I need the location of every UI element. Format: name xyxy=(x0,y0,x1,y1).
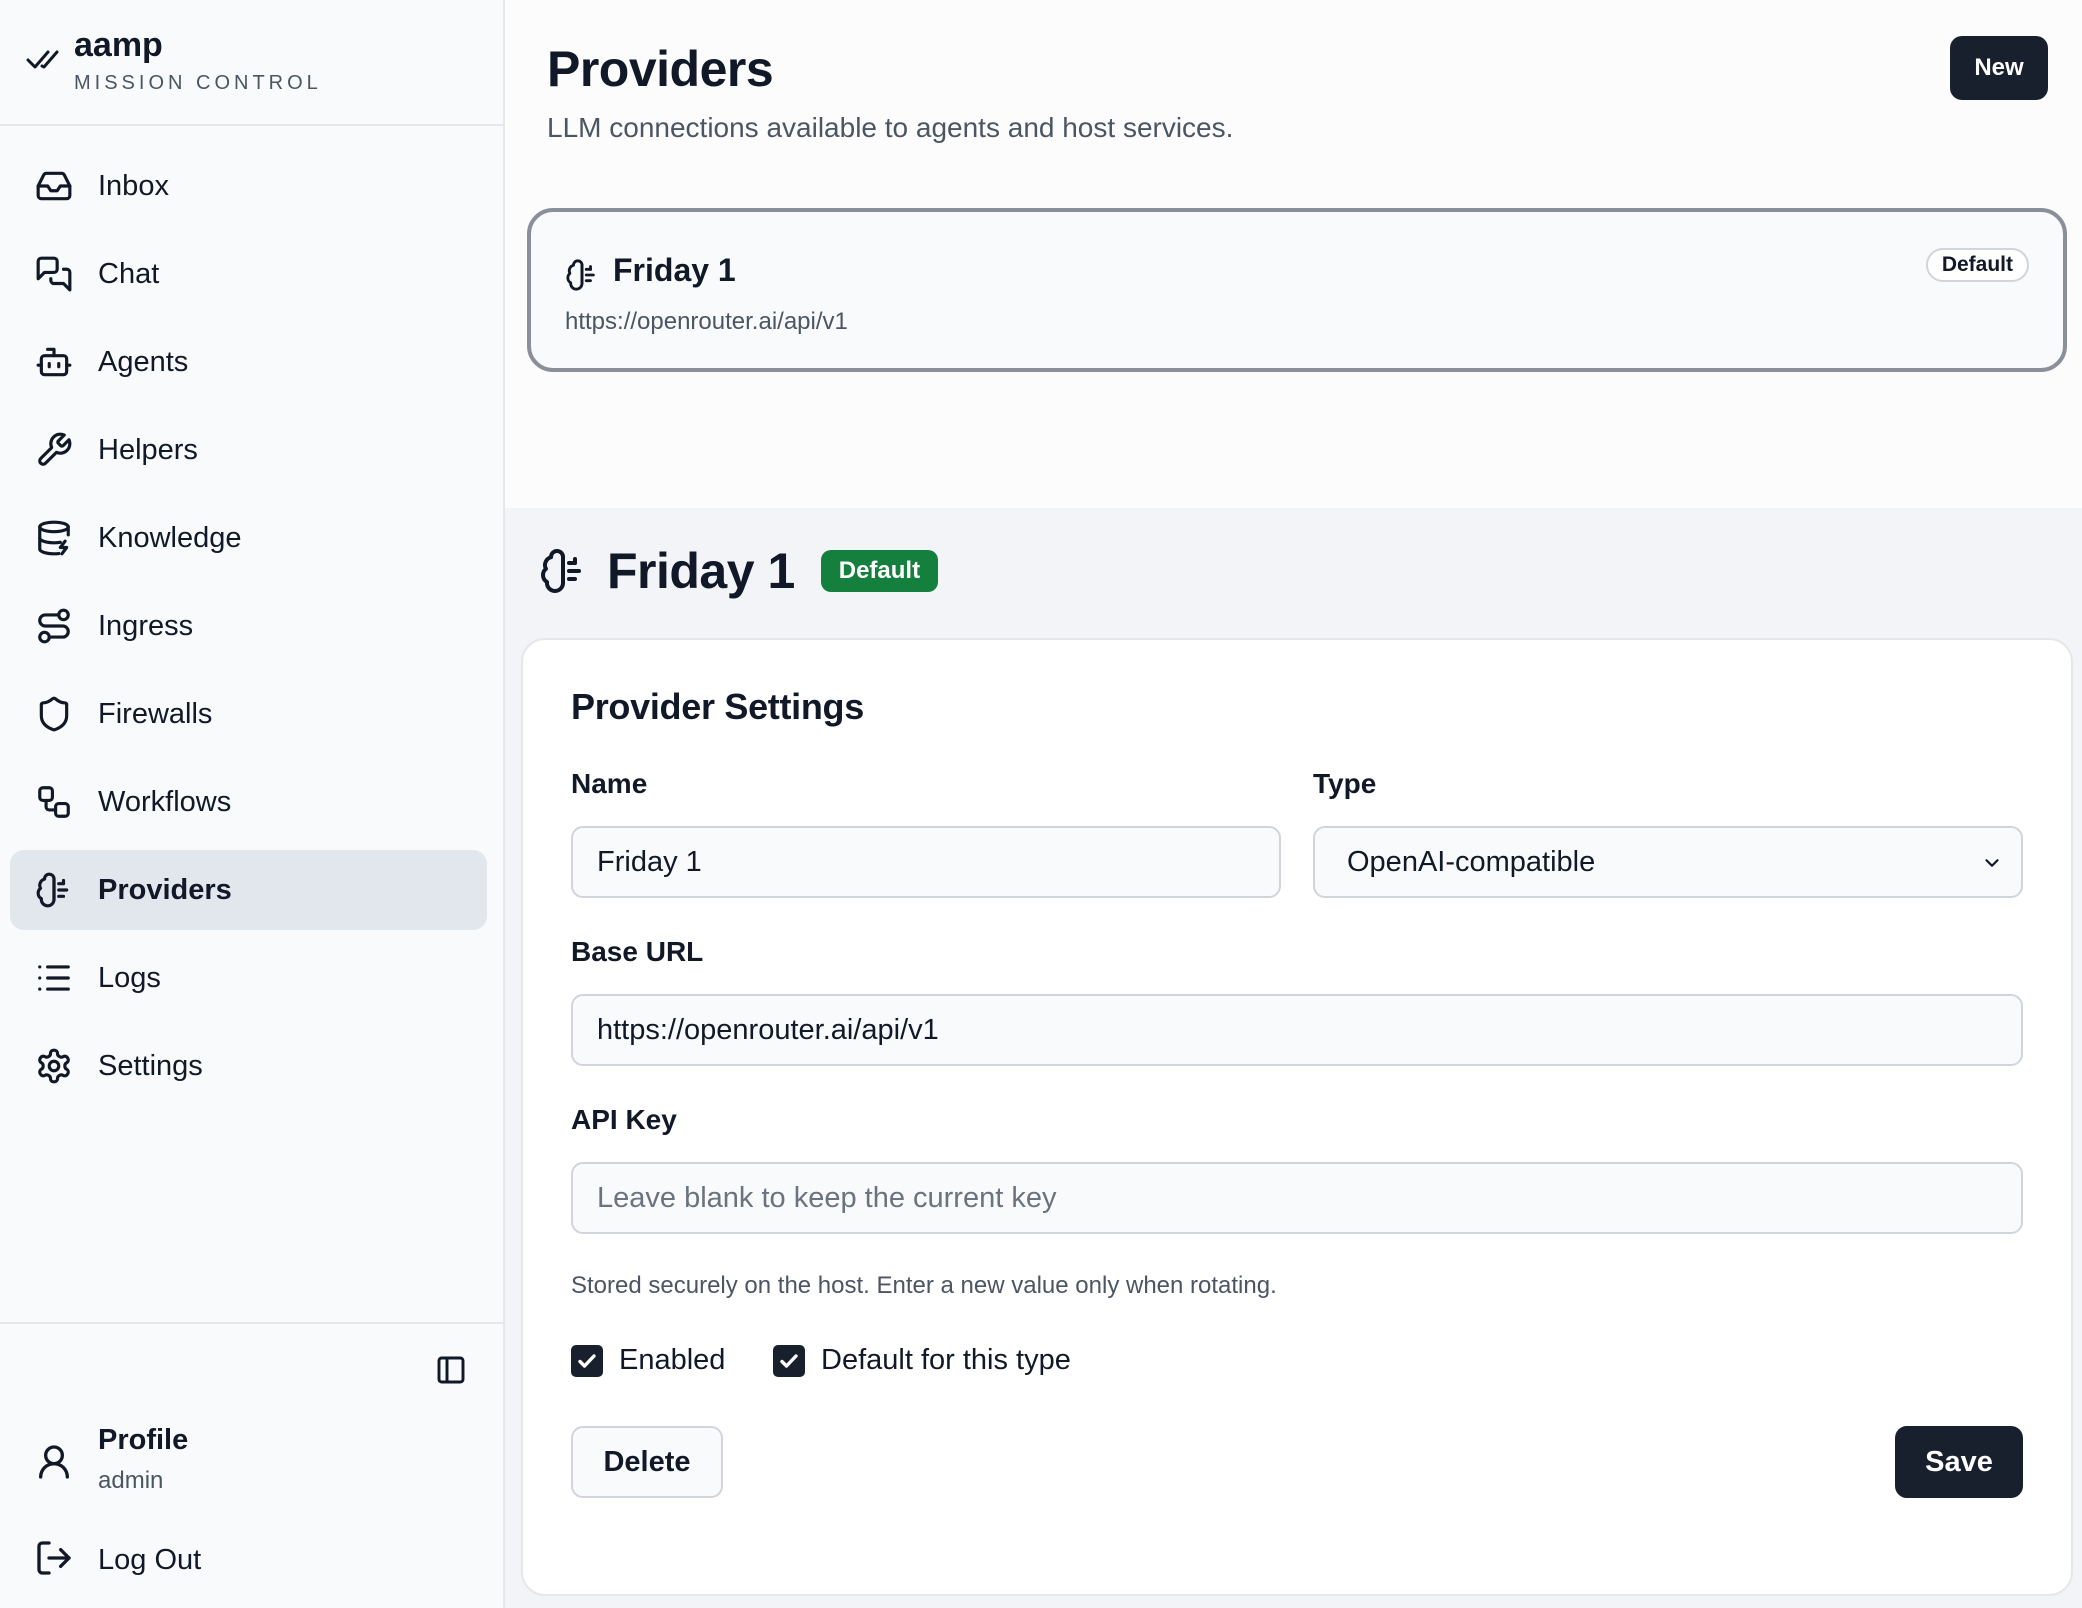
brand-subtitle: MISSION CONTROL xyxy=(74,72,322,94)
bot-icon xyxy=(34,342,74,382)
main-content: Providers LLM connections available to a… xyxy=(505,0,2082,1608)
sidebar-item-logs[interactable]: Logs xyxy=(10,938,487,1018)
sidebar-item-settings[interactable]: Settings xyxy=(10,1026,487,1106)
enabled-label: Enabled xyxy=(619,1344,726,1376)
route-icon xyxy=(34,606,74,646)
name-label: Name xyxy=(571,768,648,799)
sidebar-item-workflows[interactable]: Workflows xyxy=(10,762,487,842)
sidebar-item-firewalls[interactable]: Firewalls xyxy=(10,674,487,754)
sidebar-item-providers[interactable]: Providers xyxy=(10,850,487,930)
logout-label: Log Out xyxy=(98,1544,202,1576)
brain-icon xyxy=(34,870,74,910)
logout-button[interactable]: Log Out xyxy=(34,1538,201,1583)
profile-name: Profile xyxy=(98,1424,189,1456)
gear-icon xyxy=(34,1046,74,1086)
provider-card[interactable]: Friday 1 https://openrouter.ai/api/v1 De… xyxy=(527,208,2067,372)
provider-detail: Friday 1 Default Provider Settings Name … xyxy=(505,508,2082,1608)
profile-role: admin xyxy=(98,1467,164,1494)
type-select[interactable]: OpenAI-compatible xyxy=(1313,826,2023,898)
new-provider-button[interactable]: New xyxy=(1950,36,2048,100)
type-label: Type xyxy=(1313,768,1377,799)
default-label: Default for this type xyxy=(821,1344,1071,1376)
type-select-value: OpenAI-compatible xyxy=(1347,845,1596,878)
sidebar-item-ingress[interactable]: Ingress xyxy=(10,586,487,666)
page-subtitle: LLM connections available to agents and … xyxy=(547,112,1234,143)
sidebar-item-agents[interactable]: Agents xyxy=(10,322,487,402)
name-field[interactable] xyxy=(571,826,1281,898)
wrench-icon xyxy=(34,430,74,470)
default-checkbox[interactable]: Default for this type xyxy=(773,1344,1071,1377)
sidebar-item-label: Agents xyxy=(98,345,189,378)
default-badge: Default xyxy=(1925,248,2029,282)
api-key-label: API Key xyxy=(571,1104,677,1135)
sidebar-item-label: Workflows xyxy=(98,785,232,818)
sidebar-item-knowledge[interactable]: Knowledge xyxy=(10,498,487,578)
sidebar-item-helpers[interactable]: Helpers xyxy=(10,410,487,490)
sidebar-item-label: Helpers xyxy=(98,433,198,466)
sidebar-item-label: Inbox xyxy=(98,169,169,202)
enabled-checkbox[interactable]: Enabled xyxy=(571,1344,725,1377)
database-icon xyxy=(34,518,74,558)
brain-icon xyxy=(565,258,599,292)
sidebar-item-label: Firewalls xyxy=(98,697,213,730)
save-button[interactable]: Save xyxy=(1895,1426,2023,1498)
sidebar-item-inbox[interactable]: Inbox xyxy=(10,146,487,226)
sidebar-item-label: Logs xyxy=(98,961,161,994)
workflow-icon xyxy=(34,782,74,822)
providers-list-section: Providers LLM connections available to a… xyxy=(505,0,2082,508)
api-key-hint: Stored securely on the host. Enter a new… xyxy=(571,1272,1277,1299)
app-window: aamp MISSION CONTROL Inbox Chat Agents H… xyxy=(0,0,2082,1608)
page-title: Providers xyxy=(547,41,774,97)
base-url-field[interactable] xyxy=(571,994,2023,1066)
sidebar-item-label: Providers xyxy=(98,873,232,906)
detail-title: Friday 1 xyxy=(607,543,795,599)
logout-icon xyxy=(34,1538,74,1583)
shield-icon xyxy=(34,694,74,734)
sidebar: aamp MISSION CONTROL Inbox Chat Agents H… xyxy=(0,0,505,1608)
base-url-label: Base URL xyxy=(571,936,704,967)
brand-name: aamp xyxy=(74,26,163,64)
provider-name: Friday 1 xyxy=(613,252,736,288)
profile-link[interactable]: Profile admin xyxy=(34,1424,188,1495)
api-key-field[interactable] xyxy=(571,1162,2023,1234)
checkbox-checked-icon xyxy=(773,1344,805,1377)
checkbox-checked-icon xyxy=(571,1344,603,1377)
user-icon xyxy=(34,1442,74,1487)
provider-settings-card: Provider Settings Name Type OpenAI-compa… xyxy=(521,638,2073,1596)
provider-url: https://openrouter.ai/api/v1 xyxy=(565,308,848,335)
sidebar-item-label: Chat xyxy=(98,257,160,290)
brain-icon xyxy=(539,547,587,595)
sidebar-item-label: Knowledge xyxy=(98,521,242,554)
detail-header: Friday 1 Default xyxy=(539,542,939,600)
delete-button[interactable]: Delete xyxy=(571,1426,723,1498)
card-title: Provider Settings xyxy=(571,686,864,727)
sidebar-item-label: Ingress xyxy=(98,609,194,642)
sidebar-item-label: Settings xyxy=(98,1049,203,1082)
chevron-down-icon xyxy=(1981,852,2003,874)
brand: aamp MISSION CONTROL xyxy=(0,0,503,126)
sidebar-item-chat[interactable]: Chat xyxy=(10,234,487,314)
sidebar-footer: Profile admin Log Out xyxy=(0,1322,503,1608)
inbox-icon xyxy=(34,166,74,206)
default-status-badge: Default xyxy=(820,550,939,592)
list-icon xyxy=(34,958,74,998)
sidebar-toggle-icon[interactable] xyxy=(435,1354,467,1386)
sidebar-nav: Inbox Chat Agents Helpers Knowledge Ingr… xyxy=(10,146,487,1114)
double-check-icon xyxy=(26,50,59,69)
chat-icon xyxy=(34,254,74,294)
